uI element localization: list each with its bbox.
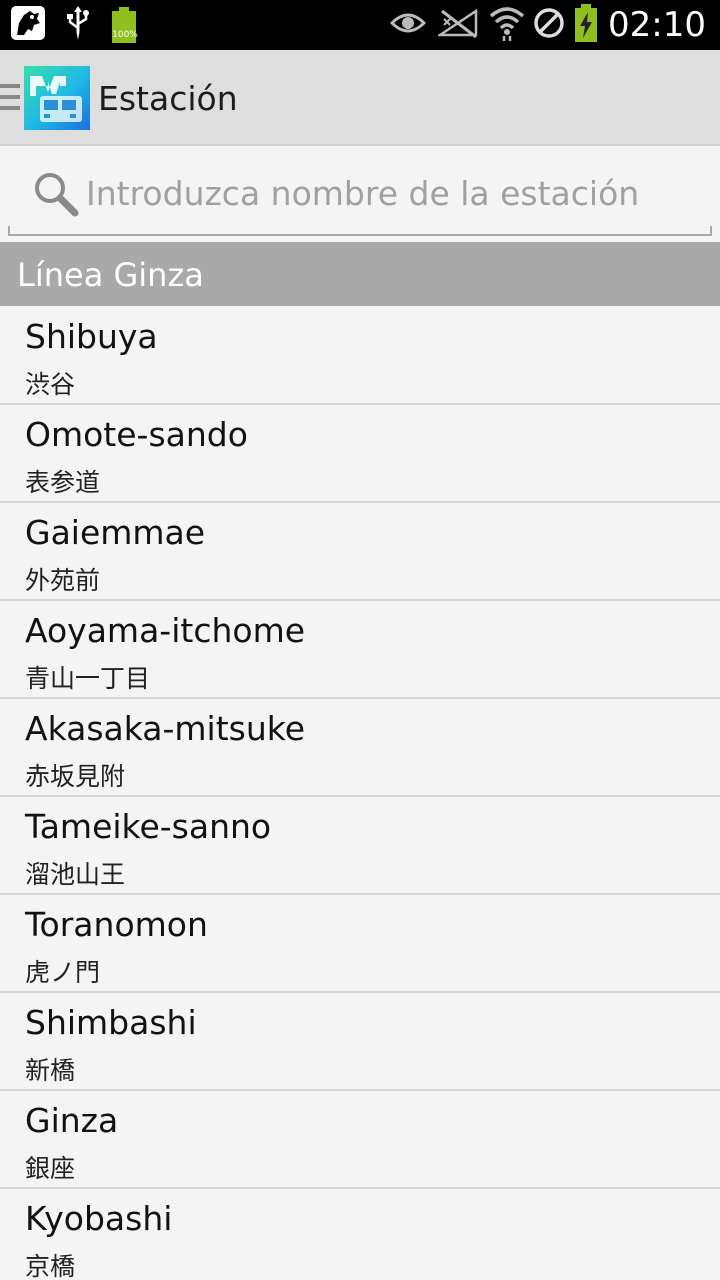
- search-icon: [32, 170, 80, 218]
- station-row[interactable]: Tameike-sanno 溜池山王: [0, 797, 720, 895]
- station-row[interactable]: Ginza 銀座: [0, 1091, 720, 1189]
- station-row[interactable]: Shimbashi 新橋: [0, 993, 720, 1091]
- station-name: Kyobashi: [25, 1199, 173, 1238]
- station-name: Aoyama-itchome: [25, 611, 306, 650]
- search-underline: [8, 226, 712, 236]
- blocked-icon: [532, 6, 566, 44]
- station-row[interactable]: Kyobashi 京橋: [0, 1189, 720, 1280]
- station-japanese-name: 赤坂見附: [25, 762, 126, 791]
- station-name: Akasaka-mitsuke: [25, 709, 306, 748]
- station-japanese-name: 溜池山王: [25, 860, 126, 889]
- station-japanese-name: 新橋: [25, 1056, 76, 1085]
- station-japanese-name: 表参道: [25, 468, 101, 497]
- station-row[interactable]: Akasaka-mitsuke 赤坂見附: [0, 699, 720, 797]
- station-japanese-name: 京橋: [25, 1252, 76, 1280]
- line-section-header: Línea Ginza: [0, 242, 720, 306]
- station-row[interactable]: Toranomon 虎ノ門: [0, 895, 720, 993]
- station-japanese-name: 渋谷: [25, 370, 76, 399]
- page-title: Estación: [98, 79, 238, 118]
- station-name: Ginza: [25, 1101, 119, 1140]
- station-name: Shibuya: [25, 317, 158, 356]
- drawer-menu-icon[interactable]: [0, 84, 22, 112]
- status-time: 02:10: [608, 5, 706, 45]
- station-row[interactable]: Shibuya 渋谷: [0, 307, 720, 405]
- metro-app-icon[interactable]: [24, 66, 90, 130]
- station-row[interactable]: Omote-sando 表参道: [0, 405, 720, 503]
- search-box: [8, 148, 712, 236]
- station-name: Omote-sando: [25, 415, 248, 454]
- station-name: Toranomon: [25, 905, 208, 944]
- usb-icon: [64, 4, 92, 46]
- station-name: Tameike-sanno: [25, 807, 272, 846]
- station-row[interactable]: Gaiemmae 外苑前: [0, 503, 720, 601]
- station-japanese-name: 虎ノ門: [25, 958, 101, 987]
- line-section-label: Línea Ginza: [17, 256, 204, 294]
- app-notification-icon: [10, 5, 46, 45]
- battery-full-icon: 100%: [110, 7, 138, 43]
- battery-percent-label: 100%: [112, 30, 138, 40]
- station-name: Shimbashi: [25, 1003, 197, 1042]
- station-japanese-name: 銀座: [25, 1154, 76, 1183]
- station-search-input[interactable]: [86, 162, 696, 224]
- wifi-icon: [488, 4, 526, 46]
- station-name: Gaiemmae: [25, 513, 206, 552]
- status-bar-right: 02:10: [389, 0, 706, 50]
- status-bar: 100% 02:10: [0, 0, 720, 50]
- eye-icon: [389, 9, 427, 41]
- status-bar-left: 100%: [10, 6, 138, 44]
- battery-charging-icon: [574, 4, 598, 46]
- station-japanese-name: 外苑前: [25, 566, 101, 595]
- action-bar: Estación: [0, 50, 720, 146]
- no-signal-icon: [435, 7, 480, 43]
- station-list: Shibuya 渋谷 Omote-sando 表参道 Gaiemmae 外苑前 …: [0, 307, 720, 1280]
- station-japanese-name: 青山一丁目: [25, 664, 151, 693]
- station-row[interactable]: Aoyama-itchome 青山一丁目: [0, 601, 720, 699]
